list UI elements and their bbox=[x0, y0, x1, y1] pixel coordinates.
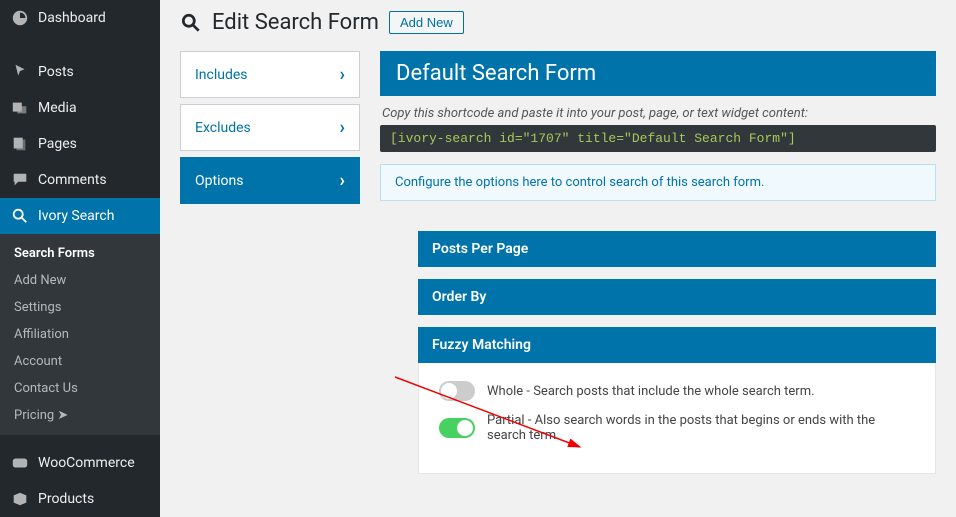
submenu-pricing[interactable]: Pricing ➤ bbox=[0, 402, 160, 429]
tab-label: Options bbox=[195, 173, 243, 189]
pin-icon bbox=[10, 62, 30, 82]
content-area: Edit Search Form Add New Includes › Excl… bbox=[160, 0, 956, 486]
sidebar-item-products[interactable]: Products bbox=[0, 481, 160, 517]
tab-excludes[interactable]: Excludes › bbox=[180, 104, 360, 151]
sidebar-item-comments[interactable]: Comments bbox=[0, 162, 160, 198]
sidebar-label: Dashboard bbox=[38, 10, 106, 26]
chevron-right-icon: › bbox=[340, 117, 345, 138]
products-icon bbox=[10, 489, 30, 509]
sidebar-label: WooCommerce bbox=[38, 455, 135, 471]
submenu: Search Forms Add New Settings Affiliatio… bbox=[0, 234, 160, 435]
sidebar-label: Media bbox=[38, 100, 77, 116]
toggle-partial[interactable] bbox=[439, 418, 475, 438]
search-icon bbox=[180, 12, 202, 34]
fuzzy-whole-row: Whole - Search posts that include the wh… bbox=[439, 381, 915, 401]
tab-includes[interactable]: Includes › bbox=[180, 51, 360, 98]
sidebar-item-dashboard[interactable]: Dashboard bbox=[0, 0, 160, 36]
shortcode-box[interactable]: [ivory-search id="1707" title="Default S… bbox=[380, 125, 936, 152]
page-header: Edit Search Form Add New bbox=[180, 10, 936, 35]
section-fuzzy[interactable]: Fuzzy Matching bbox=[418, 327, 936, 363]
sections: Posts Per Page Order By Fuzzy Matching W… bbox=[418, 231, 936, 474]
tab-label: Excludes bbox=[195, 120, 251, 136]
sidebar-label: Pages bbox=[38, 136, 77, 152]
sidebar-label: Posts bbox=[38, 64, 74, 80]
media-icon bbox=[10, 98, 30, 118]
info-box: Configure the options here to control se… bbox=[380, 164, 936, 201]
woo-icon bbox=[10, 453, 30, 473]
sidebar-item-ivory-search[interactable]: Ivory Search bbox=[0, 198, 160, 234]
submenu-woo: WooCommerce Products bbox=[0, 435, 160, 517]
sidebar-item-woocommerce[interactable]: WooCommerce bbox=[0, 445, 160, 481]
submenu-affiliation[interactable]: Affiliation bbox=[0, 321, 160, 348]
section-posts-per-page[interactable]: Posts Per Page bbox=[418, 231, 936, 267]
chevron-right-icon: › bbox=[340, 64, 345, 85]
sidebar-label: Products bbox=[38, 491, 94, 507]
form-title: Default Search Form bbox=[380, 51, 936, 96]
sidebar-label: Comments bbox=[38, 172, 107, 188]
tab-label: Includes bbox=[195, 67, 248, 83]
main-panel: Default Search Form Copy this shortcode … bbox=[380, 51, 936, 486]
toggle-label: Partial - Also search words in the posts… bbox=[487, 413, 915, 443]
page-title: Edit Search Form bbox=[212, 10, 379, 35]
sidebar-item-pages[interactable]: Pages bbox=[0, 126, 160, 162]
submenu-search-forms[interactable]: Search Forms bbox=[0, 240, 160, 267]
tab-options[interactable]: Options › bbox=[180, 157, 360, 204]
sidebar-item-media[interactable]: Media bbox=[0, 90, 160, 126]
sidebar-item-posts[interactable]: Posts bbox=[0, 54, 160, 90]
shortcode-note: Copy this shortcode and paste it into yo… bbox=[382, 106, 936, 121]
toggle-whole[interactable] bbox=[439, 381, 475, 401]
dashboard-icon bbox=[10, 8, 30, 28]
comment-icon bbox=[10, 170, 30, 190]
vertical-tabs: Includes › Excludes › Options › bbox=[180, 51, 360, 210]
section-order-by[interactable]: Order By bbox=[418, 279, 936, 315]
submenu-add-new[interactable]: Add New bbox=[0, 267, 160, 294]
fuzzy-body: Whole - Search posts that include the wh… bbox=[418, 363, 936, 474]
chevron-right-icon: › bbox=[340, 170, 345, 191]
add-new-button[interactable]: Add New bbox=[389, 11, 464, 34]
submenu-account[interactable]: Account bbox=[0, 348, 160, 375]
fuzzy-partial-row: Partial - Also search words in the posts… bbox=[439, 413, 915, 443]
toggle-label: Whole - Search posts that include the wh… bbox=[487, 384, 815, 399]
submenu-settings[interactable]: Settings bbox=[0, 294, 160, 321]
search-icon bbox=[10, 206, 30, 226]
sidebar-label: Ivory Search bbox=[38, 208, 114, 224]
submenu-contact[interactable]: Contact Us bbox=[0, 375, 160, 402]
page-icon bbox=[10, 134, 30, 154]
admin-sidebar: Dashboard Posts Media Pages Comments Ivo… bbox=[0, 0, 160, 504]
